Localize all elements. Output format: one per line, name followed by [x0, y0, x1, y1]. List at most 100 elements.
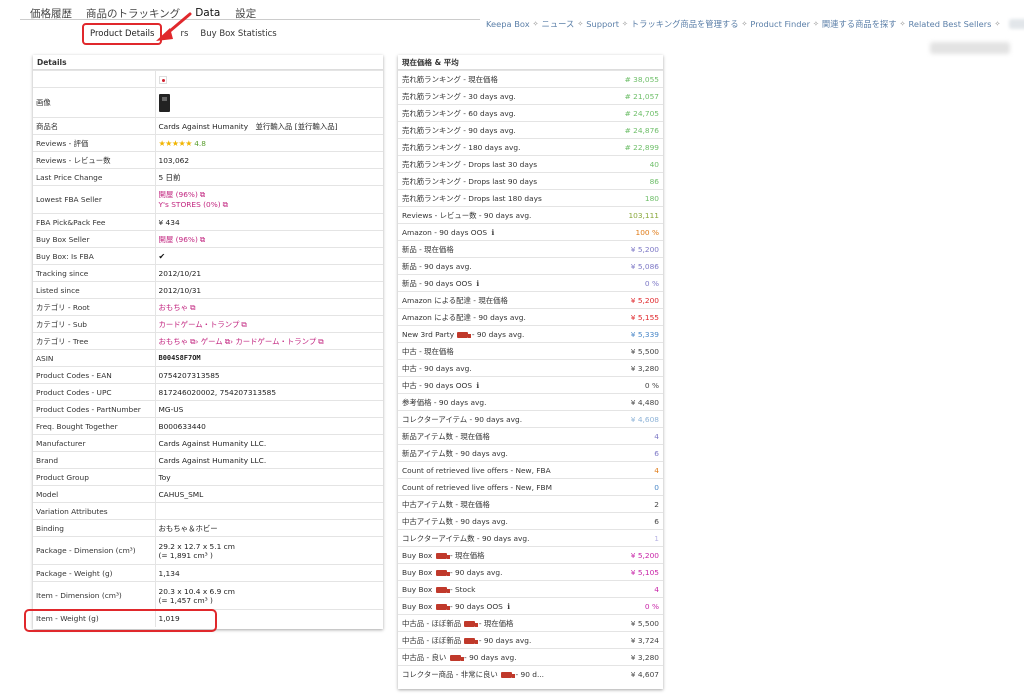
stat-label: Count of retrieved live offers - New, FB… [398, 478, 607, 496]
fba-fee: ¥ 434 [155, 213, 383, 231]
row-label: 画像 [33, 87, 156, 118]
nav-news[interactable]: ニュース [542, 18, 575, 30]
part-number-value: MG-US [155, 400, 383, 418]
nav-blurred-item [1009, 19, 1024, 29]
stat-value: ¥ 5,339 [606, 325, 663, 343]
table-row: Reviews - レビュー数 103,062 [33, 151, 383, 169]
stat-label-suffix: - 90 d... [515, 669, 544, 679]
table-row: Product Codes - PartNumber MG-US [33, 400, 383, 418]
row-label: Listed since [33, 281, 156, 299]
seller-link[interactable]: Y's STORES (0%) [159, 200, 221, 209]
stat-label-suffix: - 現在価格 [449, 550, 485, 560]
table-row: New 3rd Party - 90 days avg. ¥ 5,339 [398, 325, 663, 343]
binding-link[interactable]: おもちゃ＆ホビー [155, 519, 383, 537]
product-group-link[interactable]: Toy [155, 468, 383, 486]
row-label: Product Codes - PartNumber [33, 400, 156, 418]
table-row: 売れ筋ランキング - 60 days avg. # 24,705 [398, 104, 663, 122]
stat-value: 0 % [606, 376, 663, 394]
last-price-change: 5 日前 [155, 168, 383, 186]
manufacturer-link[interactable]: Cards Against Humanity LLC. [155, 434, 383, 452]
stat-label: 新品 - 90 days avg. [398, 257, 607, 275]
row-label: Item - Weight (g) [33, 609, 156, 627]
table-row: Item - Weight (g) 1,019 [33, 609, 383, 627]
brand-link[interactable]: Cards Against Humanity LLC. [155, 451, 383, 469]
table-row: カテゴリ - Sub カードゲーム・トランプ ⧉ [33, 315, 383, 333]
table-row: Binding おもちゃ＆ホビー [33, 519, 383, 537]
tab-data[interactable]: Data [188, 7, 227, 19]
category-link[interactable]: › ゲーム [195, 337, 222, 346]
info-icon[interactable]: ℹ [476, 279, 479, 288]
subtab-buy-box-statistics[interactable]: Buy Box Statistics [200, 29, 276, 39]
stat-label: 中古品 - 良い - 90 days avg. [398, 648, 607, 666]
table-row: Reviews - レビュー数 - 90 days avg. 103,111 [398, 206, 663, 224]
stat-label-suffix: - 90 days avg. [464, 652, 517, 662]
external-link-icon[interactable]: ⧉ [190, 303, 195, 313]
stat-label: 売れ筋ランキング - 180 days avg. [398, 138, 607, 156]
external-link-icon[interactable]: ⧉ [241, 320, 246, 330]
nav-keepa-box[interactable]: Keepa Box [486, 19, 530, 29]
row-label: Freq. Bought Together [33, 417, 156, 435]
subtab-product-details[interactable]: Product Details [82, 23, 163, 45]
seller-link[interactable]: 開屋 (96%) [159, 235, 198, 244]
asin-value: B004S8F7OM [155, 349, 383, 367]
stat-label: 売れ筋ランキング - Drops last 180 days [398, 189, 607, 207]
stat-label-text: Buy Box [402, 601, 433, 611]
table-row: 参考価格 - 90 days avg. ¥ 4,480 [398, 393, 663, 411]
row-label: Brand [33, 451, 156, 469]
fbt-asin-link[interactable]: B000633440 [155, 417, 383, 435]
nav-related-best-sellers[interactable]: Related Best Sellers [908, 19, 991, 29]
category-link[interactable]: おもちゃ [159, 303, 189, 312]
stat-label-text: 新品 - 90 days avg. [402, 261, 472, 271]
external-link-icon[interactable]: ⧉ [223, 200, 228, 210]
external-link-icon[interactable]: ⧉ [200, 235, 205, 245]
subtab-offers[interactable]: rs [180, 29, 188, 39]
info-icon[interactable]: ℹ [491, 228, 494, 237]
row-label: 商品名 [33, 117, 156, 135]
category-link[interactable]: › カードゲーム・トランプ [230, 337, 316, 346]
category-link[interactable]: カードゲーム・トランプ [159, 320, 240, 329]
stat-value: ¥ 5,200 [606, 546, 663, 564]
variation-value [155, 502, 383, 520]
nav-related-products[interactable]: 関連する商品を探す [822, 18, 897, 30]
table-row: Buy Box Seller 開屋 (96%) ⧉ [33, 230, 383, 248]
stat-label-text: 中古 - 90 days avg. [402, 363, 472, 373]
table-row: 中古 - 90 days OOS ℹ0 % [398, 376, 663, 394]
nav-support[interactable]: Support [586, 19, 619, 29]
table-row: カテゴリ - Tree おもちゃ ⧉› ゲーム ⧉› カードゲーム・トランプ ⧉ [33, 332, 383, 350]
row-label: Product Codes - EAN [33, 366, 156, 384]
info-icon[interactable]: ℹ [507, 602, 510, 611]
row-label: Buy Box: Is FBA [33, 247, 156, 265]
table-row: Manufacturer Cards Against Humanity LLC. [33, 434, 383, 452]
stat-value: ¥ 5,500 [606, 342, 663, 360]
row-label: Reviews - 評価 [33, 134, 156, 152]
table-row: Reviews - 評価 ★★★★★ 4.8 [33, 134, 383, 152]
external-link-icon[interactable]: ⧉ [318, 337, 323, 347]
table-row: Item - Dimension (cm³) 20.3 x 10.4 x 6.9 … [33, 581, 383, 610]
stat-label-text: 新品 - 現在価格 [402, 244, 454, 254]
table-row: 新品 - 現在価格 ¥ 5,200 [398, 240, 663, 258]
row-label: Product Group [33, 468, 156, 486]
checkmark-icon: ✔ [158, 251, 166, 261]
category-link[interactable]: おもちゃ [159, 337, 189, 346]
external-link-icon[interactable]: ⧉ [200, 190, 205, 200]
table-row: FBA Pick&Pack Fee ¥ 434 [33, 213, 383, 231]
stat-label: 中古品 - ほぼ新品 - 90 days avg. [398, 631, 607, 649]
item-volume: (= 1,457 cm³ ) [158, 595, 213, 605]
stat-label-text: Amazon による配達 - 現在価格 [402, 295, 508, 305]
table-row: Buy Box - 90 days avg. ¥ 5,105 [398, 563, 663, 581]
nav-manage-tracking[interactable]: トラッキング商品を管理する [631, 18, 739, 30]
product-image[interactable] [158, 93, 170, 112]
table-row: 中古品 - ほぼ新品 - 現在価格 ¥ 5,500 [398, 614, 663, 632]
row-label: Last Price Change [33, 168, 156, 186]
stat-value: ¥ 5,155 [606, 308, 663, 326]
nav-product-finder[interactable]: Product Finder [750, 19, 810, 29]
table-row: Brand Cards Against Humanity LLC. [33, 451, 383, 469]
seller-link[interactable]: 開屋 (96%) [159, 190, 198, 199]
nav-separator: ✧ [899, 20, 906, 28]
stat-value: 1 [606, 529, 663, 547]
info-icon[interactable]: ℹ [476, 381, 479, 390]
table-row: Last Price Change 5 日前 [33, 168, 383, 186]
stat-label-text: Count of retrieved live offers - New, FB… [402, 482, 552, 492]
stat-value: ¥ 3,724 [606, 631, 663, 649]
stat-value: # 24,876 [606, 121, 663, 139]
